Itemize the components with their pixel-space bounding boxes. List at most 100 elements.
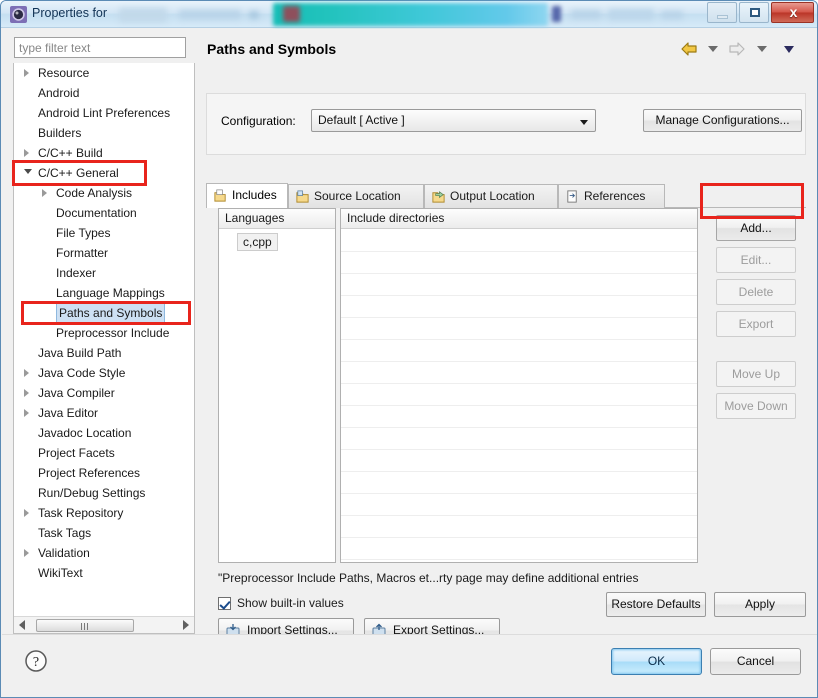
sidebar-item-label: Android Lint Preferences	[38, 106, 171, 120]
sidebar-item-label: Builders	[38, 126, 82, 140]
include-directories-panel[interactable]: Include directories	[340, 208, 698, 563]
page-title: Paths and Symbols	[207, 41, 337, 57]
eclipse-properties-icon	[10, 6, 27, 23]
forward-menu-chevron-down-icon[interactable]	[756, 46, 767, 52]
manage-configurations-button[interactable]: Manage Configurations...	[643, 109, 802, 132]
scroll-left-icon[interactable]	[19, 620, 25, 630]
ok-button[interactable]: OK	[611, 648, 702, 675]
sidebar-item-label: Validation	[38, 546, 90, 560]
configuration-dropdown[interactable]: Default [ Active ]	[311, 109, 596, 132]
tree-expand-collapsed-icon[interactable]	[24, 549, 29, 557]
sidebar-item-javadoc-location[interactable]: Javadoc Location	[14, 423, 194, 443]
tree-expand-collapsed-icon[interactable]	[24, 389, 29, 397]
sidebar-item-paths-and-symbols[interactable]: Paths and Symbols	[14, 303, 194, 323]
sidebar-item-java-editor[interactable]: Java Editor	[14, 403, 194, 423]
sidebar-item-file-types[interactable]: File Types	[14, 223, 194, 243]
sidebar-item-run-debug-settings[interactable]: Run/Debug Settings	[14, 483, 194, 503]
scrollbar-thumb[interactable]	[36, 619, 134, 632]
redacted-icon	[552, 6, 561, 22]
list-row-separator	[341, 383, 697, 384]
sidebar-item-preprocessor-include[interactable]: Preprocessor Include	[14, 323, 194, 343]
sidebar-item-android-lint-preferences[interactable]: Android Lint Preferences	[14, 103, 194, 123]
sidebar-item-resource[interactable]: Resource	[14, 63, 194, 83]
list-row-separator	[341, 339, 697, 340]
sidebar-item-code-analysis[interactable]: Code Analysis	[14, 183, 194, 203]
sidebar-item-label: Java Build Path	[38, 346, 122, 360]
tab-includes[interactable]: Includes	[206, 183, 288, 208]
maximize-button[interactable]	[739, 2, 769, 23]
tree-expand-collapsed-icon[interactable]	[42, 189, 47, 197]
sidebar-item-project-facets[interactable]: Project Facets	[14, 443, 194, 463]
tree-expand-expanded-icon[interactable]	[24, 169, 32, 174]
sidebar-item-label: File Types	[56, 226, 111, 240]
sidebar-item-language-mappings[interactable]: Language Mappings	[14, 283, 194, 303]
sidebar-item-formatter[interactable]: Formatter	[14, 243, 194, 263]
includes-lists: Languages c,cpp Include directories	[218, 208, 698, 563]
sidebar-item-android[interactable]: Android	[14, 83, 194, 103]
list-row-separator	[341, 317, 697, 318]
show-builtin-values-label: Show built-in values	[237, 596, 344, 610]
tab-label: References	[584, 189, 646, 203]
sidebar-item-task-tags[interactable]: Task Tags	[14, 523, 194, 543]
redacted-badge	[283, 6, 300, 22]
output-folder-icon	[432, 191, 445, 203]
tree-expand-collapsed-icon[interactable]	[24, 69, 29, 77]
add-button[interactable]: Add...	[716, 215, 796, 241]
help-question-icon[interactable]: ?	[24, 649, 48, 673]
tree-expand-collapsed-icon[interactable]	[24, 409, 29, 417]
restore-defaults-button[interactable]: Restore Defaults	[606, 592, 706, 617]
tab-output-location[interactable]: Output Location	[424, 184, 558, 208]
apply-button[interactable]: Apply	[714, 592, 806, 617]
minimize-button[interactable]	[707, 2, 737, 23]
tree-horizontal-scrollbar[interactable]	[14, 616, 194, 633]
sidebar-item-label: WikiText	[38, 566, 83, 580]
configuration-value: Default [ Active ]	[318, 113, 405, 127]
sidebar-item-java-compiler[interactable]: Java Compiler	[14, 383, 194, 403]
redacted-project-name	[119, 8, 167, 22]
language-item[interactable]: c,cpp	[237, 233, 278, 251]
scroll-right-icon[interactable]	[183, 620, 189, 630]
sidebar-item-label: Task Repository	[38, 506, 124, 520]
sidebar-item-documentation[interactable]: Documentation	[14, 203, 194, 223]
sidebar-item-java-build-path[interactable]: Java Build Path	[14, 343, 194, 363]
view-menu-chevron-down-icon[interactable]	[784, 45, 794, 53]
properties-dialog: Properties for x Resource Android Android …	[0, 0, 818, 698]
sidebar-item-c-c-build[interactable]: C/C++ Build	[14, 143, 194, 163]
back-arrow-icon[interactable]	[680, 41, 698, 57]
sidebar-item-indexer[interactable]: Indexer	[14, 263, 194, 283]
close-button[interactable]: x	[771, 2, 814, 23]
sidebar-item-wikitext[interactable]: WikiText	[14, 563, 194, 583]
includes-folder-icon	[214, 189, 226, 202]
tree-expand-collapsed-icon[interactable]	[24, 369, 29, 377]
sidebar-item-builders[interactable]: Builders	[14, 123, 194, 143]
tab-source-location[interactable]: Source Location	[288, 184, 424, 208]
list-row-separator	[341, 471, 697, 472]
sidebar-item-label: Indexer	[56, 266, 97, 280]
sidebar-item-project-references[interactable]: Project References	[14, 463, 194, 483]
list-row-separator	[341, 295, 697, 296]
sidebar-item-label: Java Code Style	[38, 366, 126, 380]
sidebar-item-label: Code Analysis	[56, 186, 133, 200]
back-menu-chevron-down-icon[interactable]	[707, 46, 718, 52]
list-row-separator	[341, 251, 697, 252]
preferences-tree[interactable]: Resource Android Android Lint Preferences B…	[13, 63, 195, 634]
filter-input[interactable]	[14, 37, 186, 58]
list-row-separator	[341, 537, 697, 538]
tab-references[interactable]: References	[558, 184, 665, 208]
list-row-separator	[341, 361, 697, 362]
configuration-group: Configuration: Default [ Active ] Manage…	[206, 93, 806, 155]
tree-expand-collapsed-icon[interactable]	[24, 149, 29, 157]
cancel-button[interactable]: Cancel	[710, 648, 801, 675]
sidebar-item-label: Javadoc Location	[38, 426, 132, 440]
footer-note: "Preprocessor Include Paths, Macros et..…	[218, 571, 639, 585]
title-bar: Properties for x	[1, 1, 817, 28]
tree-expand-collapsed-icon[interactable]	[24, 509, 29, 517]
sidebar-item-task-repository[interactable]: Task Repository	[14, 503, 194, 523]
languages-panel[interactable]: Languages c,cpp	[218, 208, 336, 563]
sidebar-item-validation[interactable]: Validation	[14, 543, 194, 563]
sidebar-item-label: Resource	[38, 66, 90, 80]
sidebar-item-java-code-style[interactable]: Java Code Style	[14, 363, 194, 383]
redacted-text-c	[249, 11, 259, 19]
list-row-separator	[341, 427, 697, 428]
sidebar-item-c-c-general[interactable]: C/C++ General	[14, 163, 194, 183]
